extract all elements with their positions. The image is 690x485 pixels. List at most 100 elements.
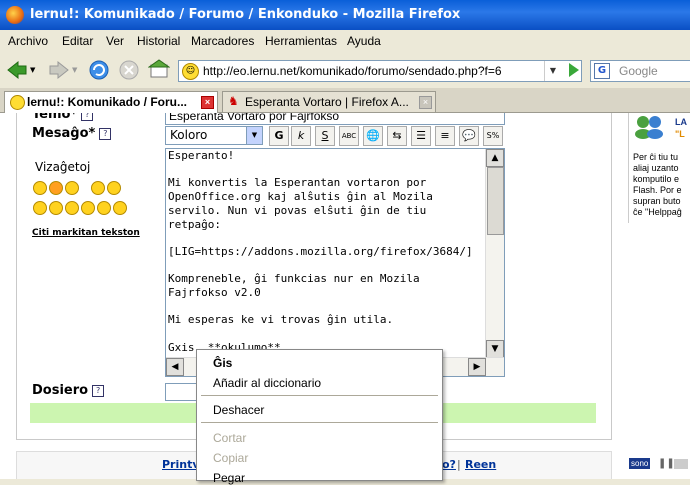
reload-button[interactable] bbox=[88, 59, 110, 81]
temo-input[interactable]: Esperanta Vortaro por Fajrfokso bbox=[165, 113, 505, 125]
back-button[interactable] bbox=[6, 59, 28, 81]
window-title: lernu!: Komunikado / Forumo / Enkonduko … bbox=[30, 7, 461, 22]
scroll-left-icon[interactable]: ◀ bbox=[166, 358, 184, 376]
mesago-label: Mesaĝo*? bbox=[32, 126, 112, 141]
sidebar-badge2: "L bbox=[675, 129, 685, 139]
link-button[interactable]: 🌐 bbox=[363, 126, 383, 146]
menu-item-undo[interactable]: Deshacer bbox=[213, 403, 264, 417]
menu-ayuda[interactable]: Ayuda bbox=[347, 34, 381, 48]
ordered-list-button[interactable]: ≡ bbox=[435, 126, 455, 146]
vertical-scrollbar[interactable]: ▲ ▼ bbox=[485, 149, 504, 358]
sono-label: sono bbox=[629, 458, 651, 469]
sono-widget: sono ❚❚ bbox=[628, 454, 690, 474]
back-link[interactable]: Reen bbox=[465, 458, 496, 471]
reload-icon bbox=[89, 60, 109, 80]
url-dropdown-icon[interactable]: ▼ bbox=[544, 61, 561, 81]
smiley-grin-icon[interactable] bbox=[49, 201, 63, 215]
smiley-laugh-icon[interactable] bbox=[65, 201, 79, 215]
smiley-cool-icon[interactable] bbox=[97, 201, 111, 215]
sidebar-panel: LA "L Per ĉi tiu tu aliaj uzanto komputi… bbox=[628, 113, 690, 223]
search-placeholder: Google bbox=[619, 64, 658, 78]
home-button[interactable] bbox=[147, 59, 171, 81]
message-textarea[interactable]: Esperanto! Mi konvertis la Esperantan vo… bbox=[165, 148, 505, 377]
close-tab-icon[interactable]: × bbox=[419, 96, 432, 109]
window-titlebar: lernu!: Komunikado / Forumo / Enkonduko … bbox=[0, 0, 690, 30]
spellcheck-button[interactable]: ABC bbox=[339, 126, 359, 146]
menu-ver[interactable]: Ver bbox=[106, 34, 124, 48]
menu-item-copy[interactable]: Copiar bbox=[213, 451, 248, 465]
google-icon[interactable]: G bbox=[594, 63, 610, 79]
site-favicon-icon: ☺ bbox=[182, 63, 199, 80]
tab-lernu[interactable]: lernu!: Komunikado / Foru... × bbox=[4, 91, 218, 113]
smiley-glasses-icon[interactable] bbox=[113, 201, 127, 215]
file-input[interactable] bbox=[165, 383, 197, 401]
temo-label: Temo*? bbox=[32, 113, 94, 122]
smiley-sad-icon[interactable] bbox=[65, 181, 79, 195]
help-icon: ? bbox=[81, 113, 94, 121]
scroll-right-icon[interactable]: ▶ bbox=[468, 358, 486, 376]
menu-archivo[interactable]: Archivo bbox=[8, 34, 48, 48]
tab-bar: lernu!: Komunikado / Foru... × ♞ Esperan… bbox=[0, 88, 690, 113]
quote-button[interactable]: 💬 bbox=[459, 126, 479, 146]
editor-toolbar: Koloro ▼ G k S ABC 🌐 ⇆ ☰ ≡ 💬 S% bbox=[165, 126, 505, 146]
image-button[interactable]: ⇆ bbox=[387, 126, 407, 146]
volume-icon[interactable] bbox=[674, 459, 688, 469]
vizagetoj-label: Vizaĝetoj bbox=[35, 160, 91, 174]
x-system-button[interactable]: S% bbox=[483, 126, 503, 146]
smiley-smile-icon[interactable] bbox=[91, 181, 105, 195]
go-icon[interactable] bbox=[569, 63, 579, 77]
menu-separator bbox=[201, 395, 438, 396]
menu-item-cut[interactable]: Cortar bbox=[213, 431, 246, 445]
menu-item-add-to-dictionary[interactable]: Añadir al diccionario bbox=[213, 376, 321, 390]
forward-button[interactable] bbox=[48, 59, 70, 81]
tab-label: Esperanta Vortaro | Firefox A... bbox=[245, 95, 409, 109]
search-box[interactable]: G Google bbox=[590, 60, 690, 82]
pause-icon[interactable]: ❚❚ bbox=[658, 458, 675, 469]
smiley-confused-icon[interactable] bbox=[33, 181, 47, 195]
menu-editar[interactable]: Editar bbox=[62, 34, 93, 48]
smiley-tongue-icon[interactable] bbox=[49, 181, 63, 195]
home-icon bbox=[147, 59, 171, 78]
sidebar-text: Per ĉi tiu tu aliaj uzanto komputilo e F… bbox=[633, 152, 682, 217]
print-link[interactable]: Printv bbox=[162, 458, 200, 471]
dosiero-label: Dosiero? bbox=[32, 383, 105, 398]
footer-text[interactable]: o? bbox=[442, 458, 456, 471]
stop-icon bbox=[119, 60, 139, 80]
bold-button[interactable]: G bbox=[269, 126, 289, 146]
spellcheck-context-menu: Ĝis Añadir al diccionario Deshacer Corta… bbox=[196, 349, 443, 485]
forward-arrow-icon bbox=[49, 60, 69, 80]
help-icon: ? bbox=[92, 384, 105, 397]
stop-button[interactable] bbox=[118, 59, 140, 81]
menu-historial[interactable]: Historial bbox=[137, 34, 180, 48]
list-button[interactable]: ☰ bbox=[411, 126, 431, 146]
color-select[interactable]: Koloro ▼ bbox=[165, 126, 263, 145]
messenger-icon bbox=[633, 113, 669, 139]
smiley-wink-icon[interactable] bbox=[81, 201, 95, 215]
dragon-favicon-icon: ♞ bbox=[228, 94, 239, 108]
scroll-down-icon[interactable]: ▼ bbox=[486, 340, 504, 358]
help-icon: ? bbox=[99, 127, 112, 140]
italic-button[interactable]: k bbox=[291, 126, 311, 146]
scroll-thumb[interactable] bbox=[487, 167, 504, 235]
tab-vortaro[interactable]: ♞ Esperanta Vortaro | Firefox A... × bbox=[222, 91, 436, 112]
back-dropdown-icon[interactable]: ▼ bbox=[30, 59, 40, 81]
menu-separator bbox=[201, 422, 438, 423]
navigation-toolbar: ▼ ▼ ☺ http://eo.lernu.net/komunikado/for… bbox=[0, 52, 690, 89]
forward-dropdown-icon[interactable]: ▼ bbox=[72, 59, 82, 81]
message-text: Esperanto! Mi konvertis la Esperantan vo… bbox=[168, 149, 473, 354]
menu-herramientas[interactable]: Herramientas bbox=[265, 34, 337, 48]
scroll-up-icon[interactable]: ▲ bbox=[486, 149, 504, 167]
sidebar-badge: LA bbox=[675, 117, 687, 127]
smiley-frown-icon[interactable] bbox=[107, 181, 121, 195]
tab-label: lernu!: Komunikado / Foru... bbox=[27, 95, 187, 109]
url-bar[interactable]: ☺ http://eo.lernu.net/komunikado/forumo/… bbox=[178, 60, 582, 82]
citi-link[interactable]: Citi markitan tekston bbox=[32, 228, 140, 238]
underline-button[interactable]: S bbox=[315, 126, 335, 146]
firefox-logo-icon bbox=[6, 6, 24, 24]
menu-marcadores[interactable]: Marcadores bbox=[191, 34, 254, 48]
back-arrow-icon bbox=[7, 60, 27, 80]
close-tab-icon[interactable]: × bbox=[201, 96, 214, 109]
menu-item-paste[interactable]: Pegar bbox=[213, 471, 245, 485]
smiley-happy-icon[interactable] bbox=[33, 201, 47, 215]
menu-item-suggestion[interactable]: Ĝis bbox=[213, 356, 232, 370]
